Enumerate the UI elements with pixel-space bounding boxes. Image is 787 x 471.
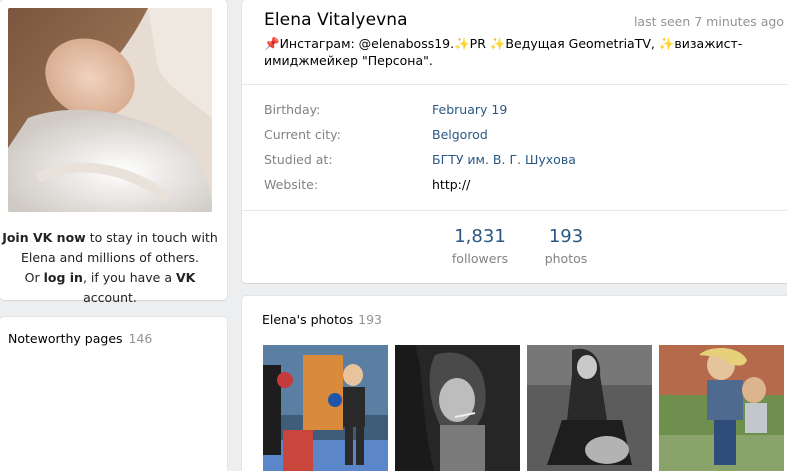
profile-avatar-card: Join VK now to stay in touch with Elena … bbox=[0, 0, 227, 305]
last-seen-status: last seen 7 minutes ago bbox=[633, 14, 784, 29]
photo-thumbnail[interactable] bbox=[527, 345, 652, 471]
noteworthy-pages-header[interactable]: Noteworthy pages 146 bbox=[8, 331, 152, 346]
followers-counter[interactable]: 1,831 followers bbox=[435, 226, 525, 266]
avatar[interactable] bbox=[8, 8, 212, 212]
profile-status-text: 📌Инстаграм: @elenaboss19.✨PR ✨Ведущая Ge… bbox=[264, 36, 743, 68]
info-label: Current city: bbox=[264, 127, 341, 142]
photos-header-label: Elena's photos bbox=[262, 312, 354, 327]
photo-thumbnail[interactable] bbox=[659, 345, 784, 471]
education-link[interactable]: БГТУ им. В. Г. Шухова bbox=[432, 152, 576, 167]
city-link[interactable]: Belgorod bbox=[432, 127, 488, 142]
info-label: Studied at: bbox=[264, 152, 333, 167]
join-prompt: Join VK now to stay in touch with Elena … bbox=[0, 228, 220, 308]
photos-label: photos bbox=[544, 251, 588, 266]
profile-name: Elena Vitalyevna bbox=[264, 10, 408, 30]
join-prompt-line2: Elena and millions of others. bbox=[20, 250, 200, 265]
if-have-text: , if you have a bbox=[82, 270, 176, 285]
photos-card: Elena's photos 193 bbox=[242, 296, 787, 471]
photo-boxing-gym bbox=[263, 345, 388, 471]
account-text: account. bbox=[83, 290, 137, 305]
photos-counter[interactable]: 193 photos bbox=[521, 226, 611, 266]
photo-bw-sitting bbox=[527, 345, 652, 471]
noteworthy-pages-card: Noteworthy pages 146 bbox=[0, 317, 227, 471]
login-link[interactable]: log in bbox=[44, 270, 83, 285]
website-link[interactable]: http:// bbox=[432, 177, 470, 192]
vk-brand-text: VK bbox=[175, 270, 196, 285]
info-label: Website: bbox=[264, 177, 319, 192]
profile-info-card: Elena Vitalyevna last seen 7 minutes ago… bbox=[242, 0, 787, 283]
photo-thumbnail[interactable] bbox=[263, 345, 388, 471]
divider bbox=[242, 210, 787, 211]
noteworthy-pages-count: 146 bbox=[128, 331, 153, 346]
photo-thumbnail[interactable] bbox=[395, 345, 520, 471]
followers-count: 1,831 bbox=[454, 226, 506, 247]
divider bbox=[242, 84, 787, 85]
join-prompt-text: to stay in touch with bbox=[85, 230, 218, 245]
photos-header-count: 193 bbox=[358, 312, 382, 327]
followers-label: followers bbox=[451, 251, 509, 266]
noteworthy-pages-label: Noteworthy pages bbox=[8, 331, 123, 346]
join-vk-link[interactable]: Join VK now bbox=[2, 230, 86, 245]
photo-outdoor-piggyback bbox=[659, 345, 784, 471]
or-text: Or bbox=[24, 270, 44, 285]
info-label: Birthday: bbox=[264, 102, 321, 117]
birthday-link[interactable]: February 19 bbox=[432, 102, 507, 117]
photos-count: 193 bbox=[548, 226, 584, 247]
photo-bw-portrait bbox=[395, 345, 520, 471]
photos-header[interactable]: Elena's photos 193 bbox=[262, 312, 382, 327]
avatar-photo bbox=[8, 8, 212, 212]
